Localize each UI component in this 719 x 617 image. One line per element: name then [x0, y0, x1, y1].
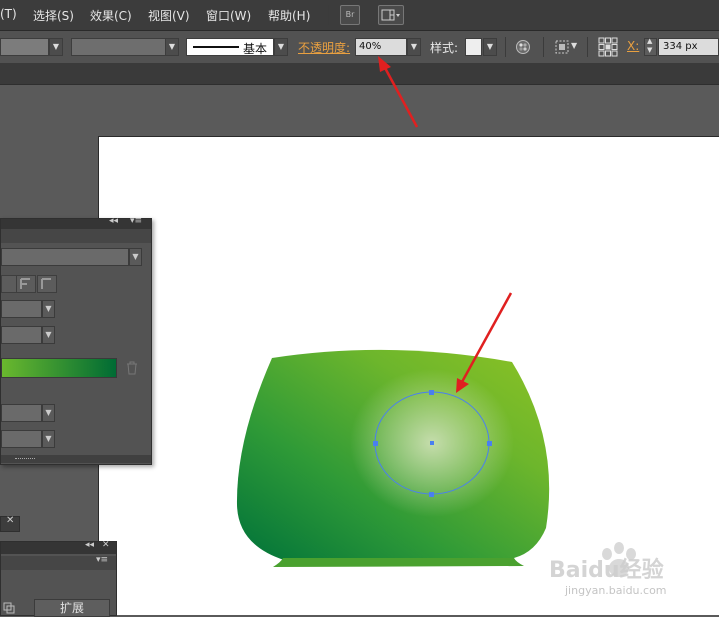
gradient-aspect-field[interactable] — [1, 326, 42, 344]
bottom-panel-header[interactable]: ◂◂ ✕ — [1, 540, 116, 554]
anchor-point[interactable] — [429, 492, 434, 497]
gradient-aspect-dropdown[interactable]: ▼ — [42, 326, 55, 344]
panel-scroll-footer — [1, 455, 151, 463]
gradient-opacity-dropdown[interactable]: ▼ — [42, 404, 55, 422]
vase-base — [273, 558, 524, 567]
gradient-location-field[interactable] — [1, 430, 42, 448]
gradient-slider[interactable]: #6ab82e — [1, 358, 117, 378]
bottom-panel-tab-bar: ▾≡ — [1, 555, 116, 570]
gradient-location-dropdown[interactable]: ▼ — [42, 430, 55, 448]
panel-menu-icon[interactable]: ▾≡ — [130, 216, 142, 226]
gradient-type-select[interactable] — [1, 248, 129, 266]
gradient-panel: ◂◂ ▾≡ ▼ ▼ ▼ #6ab82e ▼ ▼ — [0, 216, 152, 465]
bottom-panel: ◂◂ ✕ ▾≡ 扩展 — [0, 540, 117, 617]
close-icon[interactable]: ✕ — [102, 540, 110, 550]
center-point — [430, 441, 434, 445]
expand-button[interactable]: 扩展 — [34, 599, 110, 617]
gradient-angle-field[interactable] — [1, 300, 42, 318]
collapse-panel-icon[interactable]: ◂◂ — [109, 216, 118, 226]
gradient-option-icon[interactable] — [16, 275, 36, 293]
collapse-panel-icon[interactable]: ◂◂ — [85, 540, 94, 550]
gradient-option-icon[interactable] — [1, 275, 17, 293]
delete-stop-icon[interactable] — [126, 361, 138, 375]
gradient-panel-tab-bar — [1, 229, 151, 243]
watermark-url: jingyan.baidu.com — [565, 584, 667, 597]
gradient-panel-header[interactable]: ◂◂ ▾≡ — [1, 216, 151, 229]
watermark-brand: Baidu经验 — [549, 558, 664, 583]
anchor-point[interactable] — [429, 390, 434, 395]
resize-grip[interactable] — [15, 458, 35, 461]
baidu-watermark: Baidu经验 jingyan.baidu.com — [545, 540, 715, 610]
collapsed-panel-tab[interactable]: ✕ — [0, 515, 20, 532]
gradient-type-dropdown[interactable]: ▼ — [129, 248, 142, 266]
gradient-angle-dropdown[interactable]: ▼ — [42, 300, 55, 318]
gradient-opacity-field[interactable] — [1, 404, 42, 422]
anchor-point[interactable] — [373, 441, 378, 446]
layer-options-icon[interactable] — [3, 602, 15, 614]
close-icon[interactable]: ✕ — [6, 515, 14, 526]
anchor-point[interactable] — [487, 441, 492, 446]
annotation-arrow-opacity — [378, 56, 419, 128]
panel-menu-icon[interactable]: ▾≡ — [96, 555, 108, 565]
gradient-option-icon[interactable] — [37, 275, 57, 293]
